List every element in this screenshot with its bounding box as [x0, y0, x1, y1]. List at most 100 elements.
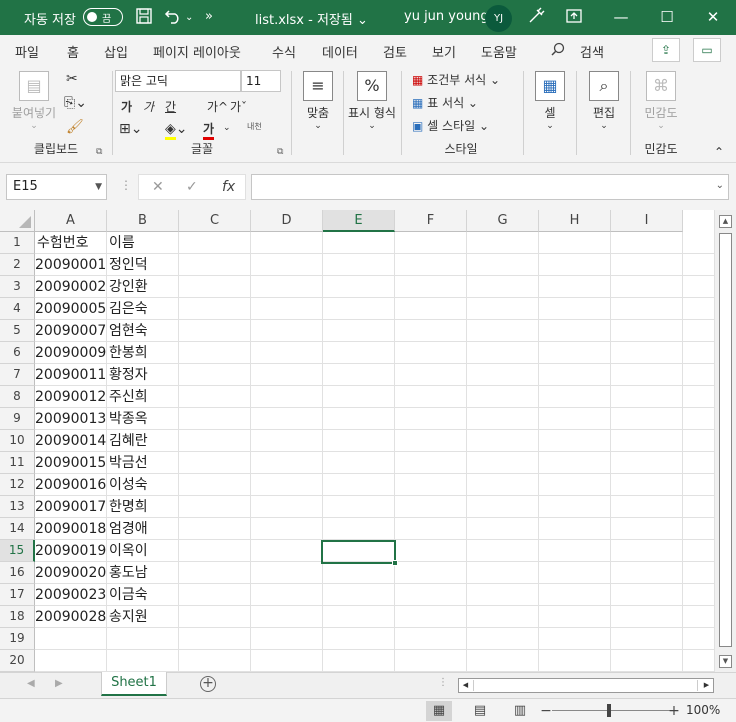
more-commands-icon[interactable]: » [205, 9, 213, 24]
cell-b16[interactable]: 홍도남 [107, 562, 179, 584]
autosave-toggle[interactable]: 끔 [83, 8, 123, 26]
document-title[interactable]: list.xlsx - 저장됨 ⌄ [255, 9, 368, 28]
maximize-icon[interactable]: ☐ [644, 0, 690, 35]
row-header-10[interactable]: 10 [0, 430, 35, 452]
cell-b10[interactable]: 김혜란 [107, 430, 179, 452]
minimize-icon[interactable]: — [598, 0, 644, 35]
column-header-a[interactable]: A [35, 210, 107, 232]
column-header-d[interactable]: D [251, 210, 323, 232]
row-header-8[interactable]: 8 [0, 386, 35, 408]
tab-data[interactable]: 데이터 [322, 42, 358, 61]
designer-icon[interactable] [527, 7, 545, 29]
row-header-11[interactable]: 11 [0, 452, 35, 474]
cell-b6[interactable]: 한봉희 [107, 342, 179, 364]
cell-b20[interactable] [107, 650, 179, 672]
insert-function-icon[interactable]: fx [222, 179, 235, 195]
cell-a9[interactable]: 20090013 [35, 408, 107, 430]
tab-split-grip-icon[interactable]: ⋮ [438, 677, 448, 688]
cell-b4[interactable]: 김은숙 [107, 298, 179, 320]
cell-a19[interactable] [35, 628, 107, 650]
search-label[interactable]: 검색 [580, 42, 604, 61]
cell-a17[interactable]: 20090023 [35, 584, 107, 606]
format-painter-icon[interactable]: 🖌 [66, 119, 84, 135]
cell-a15[interactable]: 20090019 [35, 540, 107, 562]
tab-page-layout[interactable]: 페이지 레이아웃 [153, 42, 241, 61]
row-header-19[interactable]: 19 [0, 628, 35, 650]
cell-a1[interactable]: 수험번호 [35, 232, 107, 254]
cell-a20[interactable] [35, 650, 107, 672]
expand-formula-icon[interactable]: ⌄ [716, 180, 724, 191]
shrink-font-button[interactable]: 가ˇ [230, 98, 247, 115]
cell-b15[interactable]: 이옥이 [107, 540, 179, 562]
comments-icon[interactable]: ▭ [693, 38, 721, 62]
row-header-14[interactable]: 14 [0, 518, 35, 540]
zoom-slider[interactable] [552, 710, 670, 711]
row-header-3[interactable]: 3 [0, 276, 35, 298]
prev-sheet-icon[interactable]: ◀ [27, 678, 35, 689]
zoom-out-icon[interactable]: − [533, 701, 559, 721]
next-sheet-icon[interactable]: ▶ [55, 678, 63, 689]
share-icon[interactable]: ⇪ [652, 38, 680, 62]
row-header-18[interactable]: 18 [0, 606, 35, 628]
cell-b9[interactable]: 박종옥 [107, 408, 179, 430]
column-header-c[interactable]: C [179, 210, 251, 232]
cell-a7[interactable]: 20090011 [35, 364, 107, 386]
row-header-17[interactable]: 17 [0, 584, 35, 606]
cancel-icon[interactable]: ✕ [152, 179, 164, 195]
cell-a13[interactable]: 20090017 [35, 496, 107, 518]
row-header-2[interactable]: 2 [0, 254, 35, 276]
cell-a8[interactable]: 20090012 [35, 386, 107, 408]
cell-styles-button[interactable]: ▣ 셀 스타일 ⌄ [412, 117, 489, 134]
number-format-button[interactable]: % 표시 형식 ⌄ [348, 71, 396, 131]
scroll-down-icon[interactable]: ▼ [719, 655, 732, 668]
cells-button[interactable]: ▦ 셀 ⌄ [531, 71, 569, 131]
column-header-g[interactable]: G [467, 210, 539, 232]
column-header-h[interactable]: H [539, 210, 611, 232]
row-header-12[interactable]: 12 [0, 474, 35, 496]
italic-button[interactable]: 가 [143, 98, 154, 115]
borders-icon[interactable]: ⊞⌄ [119, 121, 142, 137]
row-header-6[interactable]: 6 [0, 342, 35, 364]
undo-dropdown-icon[interactable]: ⌄ [185, 12, 193, 23]
scroll-left-icon[interactable]: ◀ [459, 679, 472, 692]
save-icon[interactable] [135, 7, 153, 29]
grow-font-button[interactable]: 가^ [207, 98, 228, 115]
cell-a12[interactable]: 20090016 [35, 474, 107, 496]
sensitivity-button[interactable]: ⌘ 민감도 ⌄ [643, 71, 679, 131]
cell-a2[interactable]: 20090001 [35, 254, 107, 276]
tab-insert[interactable]: 삽입 [104, 42, 128, 61]
copy-icon[interactable]: ⎘⌄ [64, 95, 87, 111]
enter-icon[interactable]: ✓ [186, 179, 198, 195]
horizontal-scrollbar[interactable]: ◀ ▶ [458, 678, 714, 693]
cell-b19[interactable] [107, 628, 179, 650]
vertical-scroll-thumb[interactable] [719, 233, 732, 647]
column-header-e[interactable]: E [323, 210, 395, 232]
cell-a10[interactable]: 20090014 [35, 430, 107, 452]
search-icon[interactable] [551, 42, 565, 60]
paste-button[interactable]: ▤ 붙여넣기 ⌄ [8, 71, 60, 131]
cell-b11[interactable]: 박금선 [107, 452, 179, 474]
close-icon[interactable]: ✕ [690, 0, 736, 35]
tab-view[interactable]: 보기 [432, 42, 456, 61]
name-box-dropdown-icon[interactable]: ▼ [95, 175, 102, 199]
cell-b18[interactable]: 송지원 [107, 606, 179, 628]
font-color-button[interactable]: 가 [203, 120, 215, 140]
row-header-1[interactable]: 1 [0, 232, 35, 254]
undo-icon[interactable] [164, 7, 182, 29]
cell-a16[interactable]: 20090020 [35, 562, 107, 584]
zoom-slider-thumb[interactable] [607, 704, 611, 717]
tab-file[interactable]: 파일 [15, 42, 39, 61]
cut-icon[interactable]: ✂ [66, 71, 78, 87]
font-color-dropdown-icon[interactable]: ⌄ [223, 123, 231, 133]
active-cell[interactable] [321, 540, 398, 566]
cell-a3[interactable]: 20090002 [35, 276, 107, 298]
row-header-15[interactable]: 15 [0, 540, 35, 562]
tab-review[interactable]: 검토 [383, 42, 407, 61]
row-header-16[interactable]: 16 [0, 562, 35, 584]
collapse-ribbon-icon[interactable]: ⌃ [714, 145, 724, 159]
underline-button[interactable]: 간 [165, 98, 176, 115]
cell-b7[interactable]: 황정자 [107, 364, 179, 386]
cell-b12[interactable]: 이성숙 [107, 474, 179, 496]
cell-b3[interactable]: 강인환 [107, 276, 179, 298]
cell-a6[interactable]: 20090009 [35, 342, 107, 364]
